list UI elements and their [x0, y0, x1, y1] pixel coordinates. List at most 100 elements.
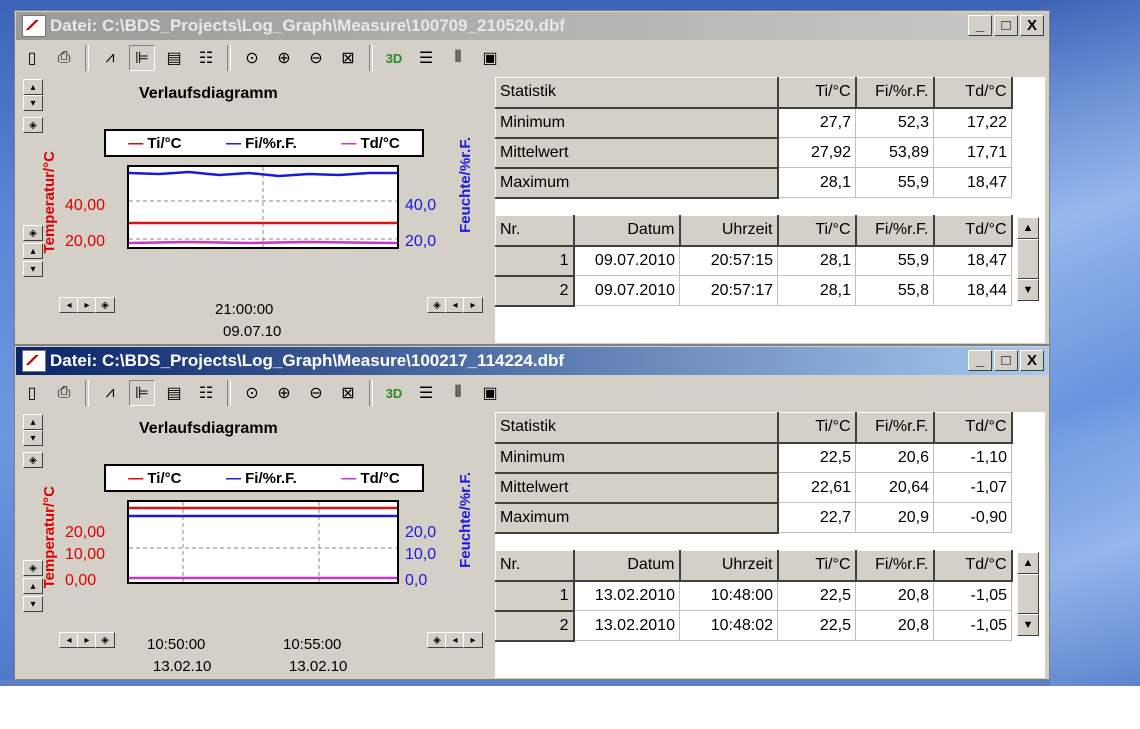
data-cell[interactable]: 55,9: [855, 245, 934, 276]
zoom-in-icon[interactable]: ⊕: [271, 45, 297, 71]
pan-icon[interactable]: ◈: [23, 452, 43, 468]
zoom-out-icon[interactable]: ⊖: [303, 380, 329, 406]
data-header[interactable]: Fi/%r.F.: [855, 550, 935, 582]
data-cell[interactable]: 28,1: [777, 245, 856, 276]
scroll-left-icon[interactable]: ◂: [59, 632, 79, 648]
legend-icon[interactable]: ▣: [477, 45, 503, 71]
print-icon[interactable]: ⎙: [51, 45, 77, 71]
log-window-2[interactable]: Datei: C:\BDS_Projects\Log_Graph\Measure…: [14, 345, 1050, 680]
data-header[interactable]: Uhrzeit: [679, 550, 779, 582]
scroll-down-icon[interactable]: ▾: [23, 596, 43, 612]
pan-icon[interactable]: ◈: [427, 297, 447, 313]
data-header[interactable]: Fi/%r.F.: [855, 215, 935, 247]
scroll-left-icon[interactable]: ◂: [445, 297, 465, 313]
data-cell[interactable]: 13.02.2010: [573, 580, 680, 611]
close-button[interactable]: X: [1020, 15, 1044, 36]
scroll-thumb[interactable]: [1017, 239, 1039, 279]
maximize-button[interactable]: □: [994, 350, 1018, 371]
zoom-reset-icon[interactable]: ⊠: [335, 45, 361, 71]
maximize-button[interactable]: □: [994, 15, 1018, 36]
data-header[interactable]: Nr.: [495, 215, 575, 247]
zoom-icon[interactable]: ⊙: [239, 45, 265, 71]
minimize-button[interactable]: _: [968, 350, 992, 371]
pan-icon[interactable]: ◈: [23, 225, 43, 241]
data-header[interactable]: Nr.: [495, 550, 575, 582]
scroll-up-icon[interactable]: ▴: [23, 79, 43, 95]
table-row[interactable]: 2 13.02.2010 10:48:02 22,5 20,8 -1,05: [495, 610, 1012, 642]
scroll-right-icon[interactable]: ▸: [77, 632, 97, 648]
scroll-left-icon[interactable]: ◂: [445, 632, 465, 648]
scroll-down-icon[interactable]: ▼: [1017, 279, 1039, 301]
data-header[interactable]: Td/°C: [933, 215, 1013, 247]
table-view-icon[interactable]: ☷: [193, 45, 219, 71]
vertical-grid-icon[interactable]: ⦀: [445, 380, 471, 406]
zoom-out-icon[interactable]: ⊖: [303, 45, 329, 71]
data-cell[interactable]: 28,1: [777, 275, 856, 306]
data-header[interactable]: Datum: [573, 550, 681, 582]
data-header[interactable]: Td/°C: [933, 550, 1013, 582]
chart-table-view-icon[interactable]: ⊫: [129, 380, 155, 406]
scroll-down-icon[interactable]: ▼: [1017, 614, 1039, 636]
scroll-up-icon[interactable]: ▲: [1017, 552, 1039, 574]
pan-icon[interactable]: ◈: [427, 632, 447, 648]
log-window-1[interactable]: Datei: C:\BDS_Projects\Log_Graph\Measure…: [14, 10, 1050, 345]
split-view-icon[interactable]: ▤: [161, 380, 187, 406]
data-header[interactable]: Datum: [573, 215, 681, 247]
data-header[interactable]: Ti/°C: [777, 550, 857, 582]
table-row[interactable]: 1 13.02.2010 10:48:00 22,5 20,8 -1,05: [495, 580, 1012, 612]
minimize-button[interactable]: _: [968, 15, 992, 36]
table-row[interactable]: 1 09.07.2010 20:57:15 28,1 55,9 18,47: [495, 245, 1012, 277]
scroll-thumb[interactable]: [1017, 574, 1039, 614]
data-cell[interactable]: 18,47: [933, 245, 1012, 276]
pan-icon[interactable]: ◈: [95, 632, 115, 648]
print-icon[interactable]: ⎙: [51, 380, 77, 406]
scroll-left-icon[interactable]: ◂: [59, 297, 79, 313]
open-file-icon[interactable]: ▯: [19, 380, 45, 406]
data-cell[interactable]: -1,05: [933, 610, 1012, 641]
pan-icon[interactable]: ◈: [23, 560, 43, 576]
chart-table-view-icon[interactable]: ⊫: [129, 45, 155, 71]
vertical-grid-icon[interactable]: ⦀: [445, 45, 471, 71]
scroll-down-icon[interactable]: ▾: [23, 430, 43, 446]
data-cell[interactable]: 09.07.2010: [573, 275, 680, 306]
data-cell[interactable]: 10:48:02: [679, 610, 778, 641]
scroll-up-icon[interactable]: ▲: [1017, 217, 1039, 239]
close-button[interactable]: X: [1020, 350, 1044, 371]
data-cell[interactable]: 22,5: [777, 610, 856, 641]
scroll-right-icon[interactable]: ▸: [463, 632, 483, 648]
pan-icon[interactable]: ◈: [95, 297, 115, 313]
scroll-up-icon[interactable]: ▴: [23, 414, 43, 430]
data-header[interactable]: Ti/°C: [777, 215, 857, 247]
data-header[interactable]: Uhrzeit: [679, 215, 779, 247]
data-cell[interactable]: 10:48:00: [679, 580, 778, 611]
3d-icon[interactable]: 3D: [381, 380, 407, 406]
table-scrollbar[interactable]: ▲ ▼: [1017, 552, 1039, 636]
open-file-icon[interactable]: ▯: [19, 45, 45, 71]
scroll-right-icon[interactable]: ▸: [463, 297, 483, 313]
table-row[interactable]: 2 09.07.2010 20:57:17 28,1 55,8 18,44: [495, 275, 1012, 307]
data-cell[interactable]: 20:57:15: [679, 245, 778, 276]
scroll-right-icon[interactable]: ▸: [77, 297, 97, 313]
scroll-up-icon[interactable]: ▴: [23, 578, 43, 594]
title-bar[interactable]: Datei: C:\BDS_Projects\Log_Graph\Measure…: [16, 12, 1048, 40]
legend-icon[interactable]: ▣: [477, 380, 503, 406]
data-cell[interactable]: 09.07.2010: [573, 245, 680, 276]
horizontal-grid-icon[interactable]: ☰: [413, 380, 439, 406]
data-cell[interactable]: 20,8: [855, 580, 934, 611]
scroll-down-icon[interactable]: ▾: [23, 261, 43, 277]
split-view-icon[interactable]: ▤: [161, 45, 187, 71]
zoom-reset-icon[interactable]: ⊠: [335, 380, 361, 406]
pan-icon[interactable]: ◈: [23, 117, 43, 133]
zoom-icon[interactable]: ⊙: [239, 380, 265, 406]
scroll-down-icon[interactable]: ▾: [23, 95, 43, 111]
data-cell[interactable]: 18,44: [933, 275, 1012, 306]
data-cell[interactable]: 20:57:17: [679, 275, 778, 306]
chart-view-icon[interactable]: ⩘: [97, 380, 123, 406]
data-cell[interactable]: 13.02.2010: [573, 610, 680, 641]
zoom-in-icon[interactable]: ⊕: [271, 380, 297, 406]
data-cell[interactable]: -1,05: [933, 580, 1012, 611]
data-cell[interactable]: 20,8: [855, 610, 934, 641]
3d-icon[interactable]: 3D: [381, 45, 407, 71]
data-cell[interactable]: 55,8: [855, 275, 934, 306]
chart-view-icon[interactable]: ⩘: [97, 45, 123, 71]
